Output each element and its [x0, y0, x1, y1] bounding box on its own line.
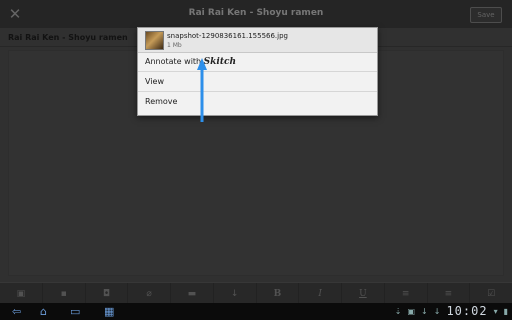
- wifi-icon: ▾: [493, 306, 498, 316]
- menu-item-label: Annotate with: [145, 57, 202, 66]
- attachment-thumbnail: [145, 31, 164, 50]
- battery-icon: ▮: [503, 306, 508, 316]
- menu-item-label: Remove: [145, 97, 178, 106]
- status-area[interactable]: ⇣ ▣ ↓ ↓ 10:02 ▾ ▮: [395, 304, 508, 318]
- clock: 10:02: [446, 304, 488, 318]
- usb-icon: ⇣: [394, 306, 402, 316]
- view-item[interactable]: View: [138, 72, 377, 92]
- pointer-arrow: [197, 58, 207, 122]
- annotate-with-skitch-item[interactable]: Annotate with Skitch: [138, 52, 377, 72]
- system-bar: ⇦ ⌂ ▭ ▦ ⇣ ▣ ↓ ↓ 10:02 ▾ ▮: [0, 303, 512, 320]
- remove-item[interactable]: Remove: [138, 92, 377, 112]
- download-icon: ↓: [421, 306, 428, 316]
- recent-apps-icon[interactable]: ▭: [70, 305, 80, 318]
- home-icon[interactable]: ⌂: [40, 305, 47, 318]
- download-icon: ↓: [433, 306, 441, 316]
- gallery-icon: ▣: [407, 306, 416, 316]
- attachment-header: snapshot-1290836161.155566.jpg 1 Mb: [138, 28, 377, 53]
- back-icon[interactable]: ⇦: [12, 305, 21, 318]
- skitch-logo: Skitch: [203, 57, 237, 67]
- attachment-filesize: 1 Mb: [167, 42, 182, 49]
- menu-icon[interactable]: ▦: [104, 305, 114, 318]
- menu-item-label: View: [145, 77, 164, 86]
- attachment-dialog: snapshot-1290836161.155566.jpg 1 Mb Anno…: [137, 27, 378, 116]
- attachment-filename: snapshot-1290836161.155566.jpg: [167, 32, 288, 40]
